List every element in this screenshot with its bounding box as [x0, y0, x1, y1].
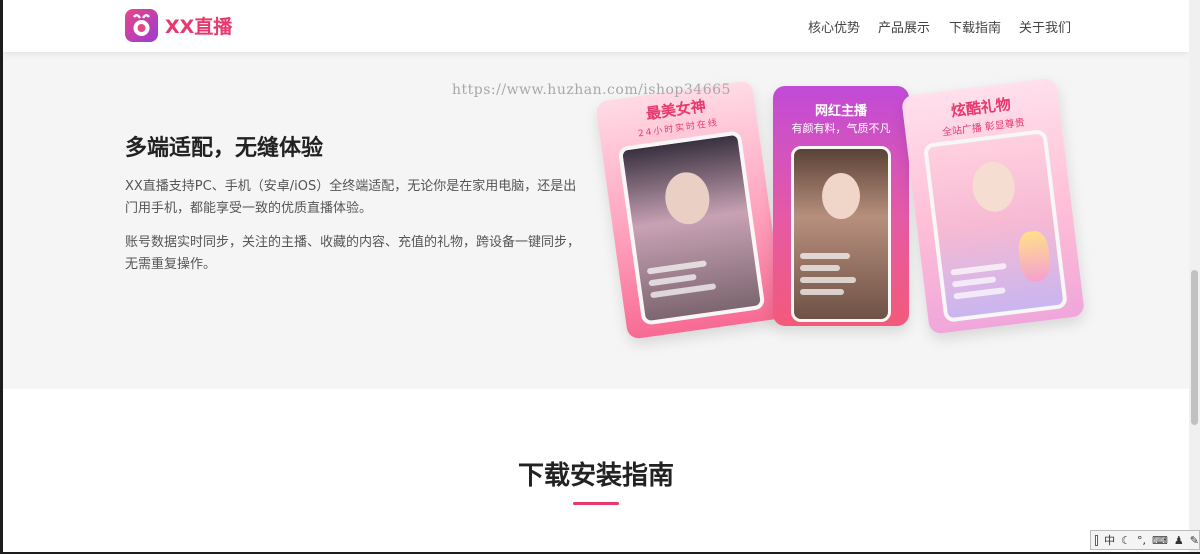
gift-animation-image: [1016, 229, 1053, 283]
phone-screen-image: [791, 146, 891, 322]
card-title: 网红主播: [814, 104, 867, 119]
moon-icon[interactable]: ☾: [1121, 534, 1131, 547]
user-icon[interactable]: ♟: [1174, 534, 1184, 547]
scrollbar-thumb[interactable]: [1191, 270, 1198, 425]
phone-card-goddess[interactable]: 最美女神 24小时实时在线: [595, 80, 785, 340]
chat-line: [951, 276, 997, 288]
wrench-icon[interactable]: ✎: [1190, 534, 1199, 547]
ime-toolbar: 中 ☾ °, ⌨ ♟ ✎: [1090, 530, 1200, 550]
feature-paragraph-1: XX直播支持PC、手机（安卓/iOS）全终端适配，无论你是在家用电脑，还是出门用…: [125, 179, 577, 216]
streamer-face-image: [822, 173, 860, 219]
page-scrollbar[interactable]: [1189, 0, 1200, 552]
chat-line: [953, 287, 1006, 300]
chat-line: [646, 260, 707, 275]
chat-line: [800, 253, 850, 259]
download-guide-title: 下载安装指南: [517, 461, 674, 491]
chat-line: [800, 265, 840, 271]
ime-logo-icon[interactable]: [1095, 534, 1099, 546]
card-subtitle: 有颜有料，气质不凡: [791, 122, 891, 135]
phone-screen-image: [922, 128, 1068, 323]
ime-mode-toggle[interactable]: 中: [1104, 532, 1115, 548]
streamer-face-image: [969, 159, 1018, 215]
site-header: XX直播 核心优势 产品展示 下载指南 关于我们: [3, 0, 1189, 52]
phone-screen-image: [617, 130, 766, 326]
nav-product-showcase[interactable]: 产品展示: [878, 17, 930, 36]
feature-section: https://www.huzhan.com/ishop34665 多端适配，无…: [3, 52, 1189, 389]
feature-title: 多端适配，无缝体验: [125, 136, 324, 161]
watermark-text: https://www.huzhan.com/ishop34665: [452, 82, 731, 98]
chat-line: [648, 273, 697, 287]
phone-card-gifts[interactable]: 炫酷礼物 全站广播 彰显尊贵: [900, 77, 1086, 335]
chat-line: [800, 277, 856, 283]
phone-card-influencer[interactable]: 网红主播 有颜有料，气质不凡: [773, 86, 909, 326]
streamer-face-image: [661, 169, 713, 228]
nav-about-us[interactable]: 关于我们: [1019, 17, 1071, 36]
nav-download-guide[interactable]: 下载指南: [949, 17, 1001, 36]
chat-line: [650, 283, 717, 299]
brand-logo-icon[interactable]: [125, 9, 158, 42]
feature-paragraph-2: 账号数据实时同步，关注的主播、收藏的内容、充值的礼物，跨设备一键同步，无需重复操…: [125, 235, 581, 272]
browser-viewport: XX直播 核心优势 产品展示 下载指南 关于我们 https://www.huz…: [3, 0, 1189, 552]
chat-line: [950, 262, 1007, 276]
nav-core-advantages[interactable]: 核心优势: [808, 17, 860, 36]
title-underline: [573, 502, 619, 505]
keyboard-icon[interactable]: ⌨: [1152, 534, 1168, 547]
brand-name[interactable]: XX直播: [165, 12, 232, 39]
chat-line: [800, 289, 844, 295]
punctuation-icon[interactable]: °,: [1137, 534, 1146, 547]
